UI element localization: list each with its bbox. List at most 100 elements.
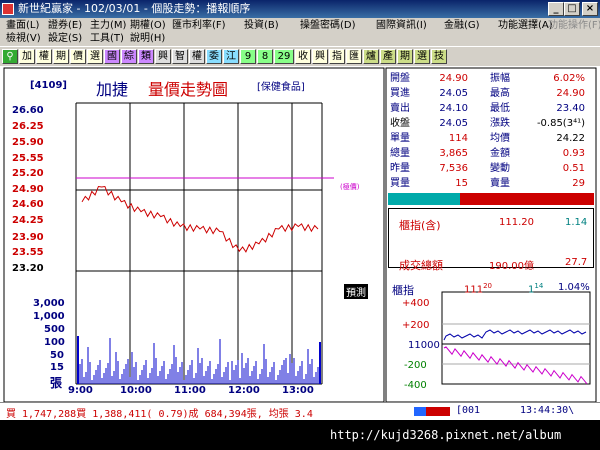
- menu-forex[interactable]: 匯市利率(F): [172, 20, 226, 32]
- menu-tools[interactable]: 工具(T): [90, 33, 124, 45]
- menu-securities[interactable]: 證券(E): [48, 20, 82, 32]
- menu-function-select[interactable]: 功能選擇(A): [498, 20, 553, 32]
- toolbar-btn-1[interactable]: 加: [19, 49, 35, 64]
- toolbar-btn-11[interactable]: 權: [189, 49, 205, 64]
- toolbar-btn-17[interactable]: 收: [295, 49, 311, 64]
- bid-label: 買進: [390, 88, 410, 99]
- toolbar-btn-20[interactable]: 匯: [346, 49, 362, 64]
- toolbar-btn-25[interactable]: 技: [431, 49, 447, 64]
- index-box: 櫃指(含) 111.20 1.14 成交總額 190.00億 27.7: [388, 208, 594, 272]
- turnover-change: 27.7: [565, 257, 588, 268]
- prev-vol-value: 7,536: [439, 163, 468, 174]
- volume-label: 3,000: [33, 298, 65, 309]
- otc-volume-line: [443, 346, 588, 385]
- search-icon[interactable]: ⚲: [2, 49, 18, 64]
- toolbar-btn-22[interactable]: 產: [380, 49, 396, 64]
- otc-value: 11120: [464, 282, 493, 296]
- ask-value: 24.10: [439, 103, 468, 114]
- otc-tick: -200: [404, 360, 427, 371]
- otc-frame: [441, 291, 591, 385]
- index-value: 111.20: [499, 217, 534, 228]
- menu-help[interactable]: 說明(H): [130, 33, 165, 45]
- buy-ratio-fill: [388, 193, 460, 205]
- menu-finance[interactable]: 金融(G): [444, 20, 480, 32]
- menu-view[interactable]: 檢視(V): [6, 33, 41, 45]
- toolbar-btn-6[interactable]: 國: [104, 49, 120, 64]
- menu-intl[interactable]: 國際資訊(I): [376, 20, 427, 32]
- price-label: 25.55: [12, 153, 44, 164]
- menu-major[interactable]: 主力(M): [90, 20, 126, 32]
- volume-label: 1,000: [33, 311, 65, 322]
- toolbar-btn-8[interactable]: 類: [138, 49, 154, 64]
- toolbar-btn-15[interactable]: 8: [257, 49, 273, 64]
- high-label: 最高: [490, 88, 510, 99]
- menu-screen[interactable]: 畫面(L): [6, 20, 39, 32]
- price-label: 23.55: [12, 247, 44, 258]
- menu-bar: 畫面(L) 證券(E) 主力(M) 期權(O) 匯市利率(F) 投資(B) 操盤…: [0, 18, 600, 46]
- minimize-button[interactable]: _: [548, 2, 564, 16]
- toolbar-btn-12[interactable]: 委: [206, 49, 222, 64]
- time-label: 12:00: [228, 385, 260, 396]
- toolbar-btn-7[interactable]: 綜: [121, 49, 137, 64]
- vol-change-value: 0.51: [562, 163, 585, 174]
- total-vol-value: 3,865: [439, 148, 468, 159]
- volume-unit: 張: [50, 376, 63, 390]
- stock-code: [4109]: [30, 80, 67, 91]
- menu-codes[interactable]: 操盤密碼(D): [300, 20, 356, 32]
- close-button[interactable]: ×: [582, 2, 598, 16]
- otc-label: 櫃指: [392, 284, 414, 297]
- footer-url: http://kujd3268.pixnet.net/album: [330, 428, 562, 442]
- toolbar-btn-21[interactable]: 爐: [363, 49, 379, 64]
- otc-pct: 1.04%: [558, 282, 590, 293]
- toolbar-btn-16[interactable]: 29: [274, 49, 294, 64]
- status-summary: 買 1,747,288買 1,388,411( 0.79)成 684,394張,…: [6, 409, 313, 420]
- toolbar-btn-24[interactable]: 選: [414, 49, 430, 64]
- price-label: 23.20: [12, 263, 44, 274]
- close-label: 收盤: [390, 118, 410, 129]
- toolbar-btn-19[interactable]: 指: [329, 49, 345, 64]
- buy-vol-label: 買量: [390, 178, 410, 189]
- toolbar-btn-23[interactable]: 期: [397, 49, 413, 64]
- price-grid: [75, 102, 334, 385]
- price-label: 26.60: [12, 105, 44, 116]
- toolbar-btn-10[interactable]: 智: [172, 49, 188, 64]
- industry-tag: [保健食品]: [257, 82, 305, 93]
- prev-vol-label: 昨量: [390, 163, 410, 174]
- volume-label: 50: [50, 350, 64, 361]
- price-line: [81, 185, 319, 253]
- menu-function-op[interactable]: 功能操作(F): [548, 20, 600, 32]
- price-label: 23.90: [12, 232, 44, 243]
- turnover-value: 190.00億: [489, 261, 534, 272]
- low-label: 最低: [490, 103, 510, 114]
- price-label: 25.20: [12, 168, 44, 179]
- toolbar-btn-5[interactable]: 選: [87, 49, 103, 64]
- time-label: 10:00: [120, 385, 152, 396]
- change-label: 漲跌: [490, 118, 510, 129]
- index-change: 1.14: [565, 217, 588, 228]
- buy-vol-value: 15: [455, 178, 468, 189]
- volume-label: 15: [50, 362, 64, 373]
- status-color-fill: [414, 407, 426, 416]
- menu-settings[interactable]: 設定(S): [48, 33, 82, 45]
- price-label: 24.90: [12, 184, 44, 195]
- toolbar-btn-2[interactable]: 權: [36, 49, 52, 64]
- toolbar-btn-4[interactable]: 價: [70, 49, 86, 64]
- toolbar-btn-13[interactable]: 江: [223, 49, 239, 64]
- amount-value: 0.93: [562, 148, 585, 159]
- close-value: 24.05: [439, 118, 468, 129]
- amp-value: 6.02%: [553, 73, 585, 84]
- avg-value: 24.22: [556, 133, 585, 144]
- maximize-button[interactable]: □: [564, 2, 580, 16]
- unit-vol-label: 單量: [390, 133, 410, 144]
- bid-value: 24.05: [439, 88, 468, 99]
- toolbar-btn-3[interactable]: 期: [53, 49, 69, 64]
- menu-options[interactable]: 期權(O): [130, 20, 166, 32]
- toolbar-btn-9[interactable]: 興: [155, 49, 171, 64]
- toolbar-btn-18[interactable]: 興: [312, 49, 328, 64]
- sell-vol-label: 賣量: [490, 178, 510, 189]
- toolbar: ⚲ 加 權 期 價 選 國 綜 類 興 智 權 委 江 9 8 29 收 興 指…: [0, 46, 600, 66]
- otc-index-chart: [441, 291, 591, 385]
- menu-invest[interactable]: 投資(B): [244, 20, 279, 32]
- toolbar-btn-14[interactable]: 9: [240, 49, 256, 64]
- price-label: 24.25: [12, 215, 44, 226]
